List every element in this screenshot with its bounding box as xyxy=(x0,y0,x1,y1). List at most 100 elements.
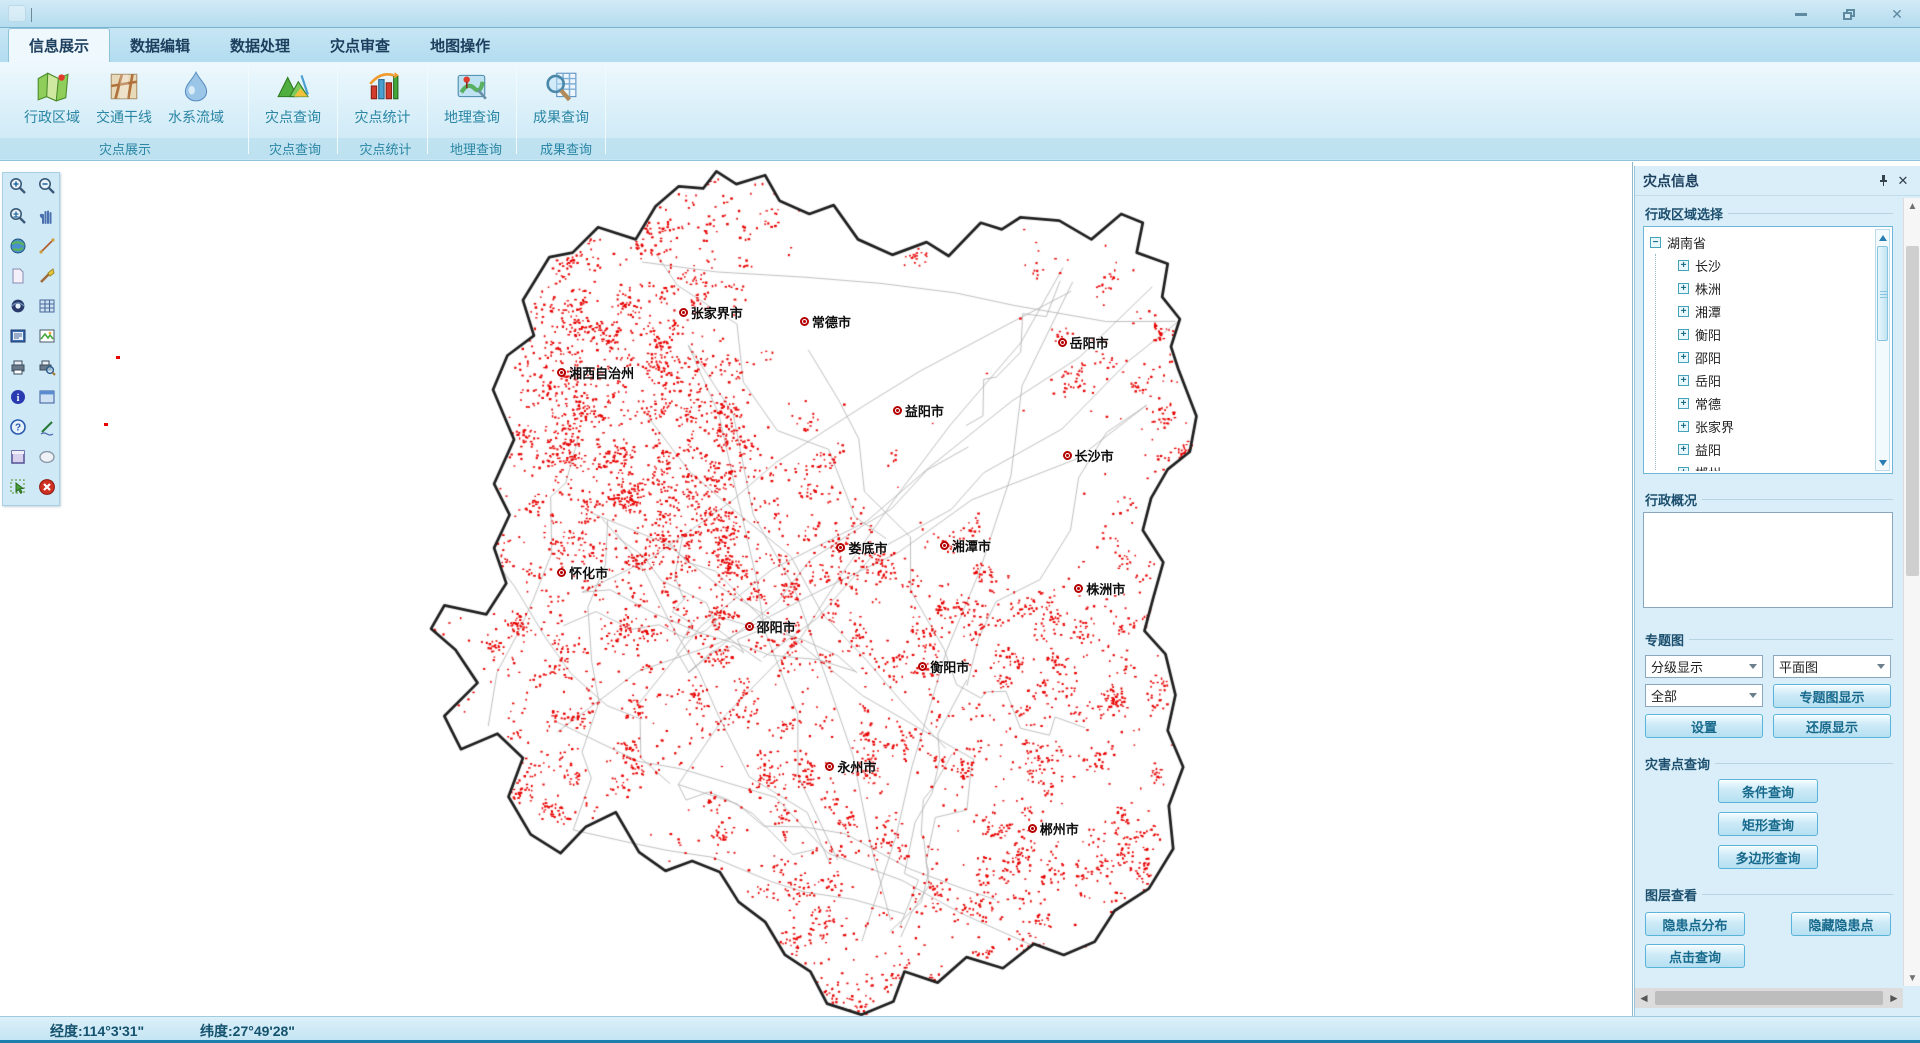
成果查询-button[interactable]: 成果查询 xyxy=(525,64,597,136)
measure-line-button[interactable] xyxy=(32,233,61,263)
ribbon-tab-4[interactable]: 灾点审查 xyxy=(310,28,410,62)
print-preview-button[interactable] xyxy=(32,354,61,384)
expand-icon[interactable]: + xyxy=(1678,329,1689,340)
灾点统计-button[interactable]: 灾点统计 xyxy=(347,64,419,136)
zoom-extent-button[interactable] xyxy=(3,203,32,233)
专题图显示-button[interactable]: 专题图显示 xyxy=(1773,684,1891,708)
tree-node-岳阳[interactable]: +岳阳 xyxy=(1678,369,1872,392)
eye-button[interactable] xyxy=(3,294,32,324)
city-marker-icon xyxy=(800,317,809,326)
tree-node-邵阳[interactable]: +邵阳 xyxy=(1678,346,1872,369)
条件查询-button[interactable]: 条件查询 xyxy=(1718,779,1818,803)
ribbon-tab-5[interactable]: 地图操作 xyxy=(410,28,510,62)
scroll-right-icon[interactable]: ► xyxy=(1885,991,1903,1005)
select-arrow-button[interactable] xyxy=(3,475,32,505)
tree-node-益阳[interactable]: +益阳 xyxy=(1678,438,1872,461)
paint-brush-button[interactable] xyxy=(32,264,61,294)
tree-node-湘潭[interactable]: +湘潭 xyxy=(1678,300,1872,323)
expand-icon[interactable]: + xyxy=(1678,352,1689,363)
collapse-icon[interactable]: − xyxy=(1650,237,1661,248)
expand-icon[interactable]: + xyxy=(1678,444,1689,455)
tree-node-label: 常德 xyxy=(1695,394,1721,413)
window-panel-button[interactable] xyxy=(32,384,61,414)
tree-node-张家界[interactable]: +张家界 xyxy=(1678,415,1872,438)
expand-icon[interactable]: + xyxy=(1678,375,1689,386)
map-view[interactable]: 张家界市常德市岳阳市湘西自治州益阳市长沙市娄底市湘潭市株洲市怀化市邵阳市衡阳市永… xyxy=(0,162,1633,1016)
交通干线-button[interactable]: 交通干线 xyxy=(88,64,160,136)
expand-icon[interactable]: + xyxy=(1678,467,1689,471)
panel-close-button[interactable]: ✕ xyxy=(1893,171,1913,191)
ribbon-tab-2[interactable]: 数据编辑 xyxy=(110,28,210,62)
tree-scroll-thumb[interactable] xyxy=(1877,246,1888,341)
water-drop-icon xyxy=(178,68,214,104)
delete-close-icon xyxy=(37,477,57,502)
city-name: 益阳市 xyxy=(905,401,944,420)
table-grid-button[interactable] xyxy=(32,294,61,324)
ribbon-button-label: 行政区域 xyxy=(24,107,80,127)
thematic-select[interactable]: 分级显示 xyxy=(1645,655,1763,678)
expand-icon[interactable]: + xyxy=(1678,260,1689,271)
水系流域-button[interactable]: 水系流域 xyxy=(160,64,232,136)
还原显示-button[interactable]: 还原显示 xyxy=(1773,714,1891,738)
点击查询-button[interactable]: 点击查询 xyxy=(1645,944,1745,968)
sketch-pen-button[interactable] xyxy=(32,414,61,444)
overview-textbox[interactable] xyxy=(1643,512,1893,608)
scroll-left-icon[interactable]: ◄ xyxy=(1635,991,1653,1005)
frame-window-button[interactable] xyxy=(3,445,32,475)
设置-button[interactable]: 设置 xyxy=(1645,714,1763,738)
scroll-down-icon[interactable]: ▼ xyxy=(1904,970,1920,986)
矩形查询-button[interactable]: 矩形查询 xyxy=(1718,812,1818,836)
ribbon-tab-1[interactable]: 信息展示 xyxy=(8,28,110,62)
pin-button[interactable] xyxy=(1873,171,1893,191)
city-label-益阳市: 益阳市 xyxy=(893,401,944,420)
scroll-up-icon[interactable] xyxy=(1876,231,1889,244)
print-button[interactable] xyxy=(3,354,32,384)
tree-node-郴州[interactable]: +郴州 xyxy=(1678,461,1872,471)
globe-button[interactable] xyxy=(3,233,32,263)
expand-icon[interactable]: + xyxy=(1678,283,1689,294)
多边形查询-button[interactable]: 多边形查询 xyxy=(1718,845,1818,869)
tree-node-衡阳[interactable]: +衡阳 xyxy=(1678,323,1872,346)
ribbon-group: 地理查询 xyxy=(428,62,516,138)
pan-hand-button[interactable] xyxy=(32,203,61,233)
tree-node-株洲[interactable]: +株洲 xyxy=(1678,277,1872,300)
thematic-select[interactable]: 平面图 xyxy=(1773,655,1891,678)
city-marker-icon xyxy=(1028,824,1037,833)
panel-hscroll-thumb[interactable] xyxy=(1655,991,1883,1005)
行政区域-button[interactable]: 行政区域 xyxy=(16,64,88,136)
scroll-down-icon[interactable] xyxy=(1876,456,1889,469)
restore-icon xyxy=(1843,9,1855,20)
expand-icon[interactable]: + xyxy=(1678,421,1689,432)
info-button[interactable]: i xyxy=(3,384,32,414)
隐患点分布-button[interactable]: 隐患点分布 xyxy=(1645,912,1745,936)
ellipse-shape-button[interactable] xyxy=(32,445,61,475)
frame-window-icon xyxy=(8,447,28,472)
ribbon-group-caption: 地理查询 xyxy=(431,138,521,159)
layer-list-button[interactable] xyxy=(3,324,32,354)
灾点查询-button[interactable]: 灾点查询 xyxy=(257,64,329,136)
image-view-button[interactable] xyxy=(32,324,61,354)
delete-close-button[interactable] xyxy=(32,475,61,505)
隐藏隐患点-button[interactable]: 隐藏隐患点 xyxy=(1791,912,1891,936)
expand-icon[interactable]: + xyxy=(1678,398,1689,409)
tree-scrollbar[interactable] xyxy=(1875,229,1890,471)
ribbon-tab-strip: 信息展示数据编辑数据处理灾点审查地图操作 xyxy=(0,28,1920,62)
地理查询-button[interactable]: 地理查询 xyxy=(436,64,508,136)
expand-icon[interactable]: + xyxy=(1678,306,1689,317)
zoom-in-button[interactable] xyxy=(3,173,32,203)
ribbon-tab-3[interactable]: 数据处理 xyxy=(210,28,310,62)
restore-button[interactable] xyxy=(1836,4,1862,24)
panel-vertical-scrollbar[interactable]: ▲ ▼ xyxy=(1903,198,1920,986)
thematic-select[interactable]: 全部 xyxy=(1645,684,1763,707)
tree-node-长沙[interactable]: +长沙 xyxy=(1678,254,1872,277)
panel-scroll-thumb[interactable] xyxy=(1906,246,1919,576)
panel-horizontal-scrollbar[interactable]: ◄ ► xyxy=(1635,988,1903,1008)
zoom-out-button[interactable] xyxy=(32,173,61,203)
close-button[interactable]: ✕ xyxy=(1884,4,1910,24)
tree-node-root[interactable]: −湖南省 xyxy=(1650,231,1872,254)
blank-page-button[interactable] xyxy=(3,264,32,294)
tree-node-常德[interactable]: + 常德 xyxy=(1678,392,1872,415)
help-button[interactable]: ? xyxy=(3,414,32,444)
scroll-up-icon[interactable]: ▲ xyxy=(1904,198,1920,214)
minimize-button[interactable] xyxy=(1788,4,1814,24)
